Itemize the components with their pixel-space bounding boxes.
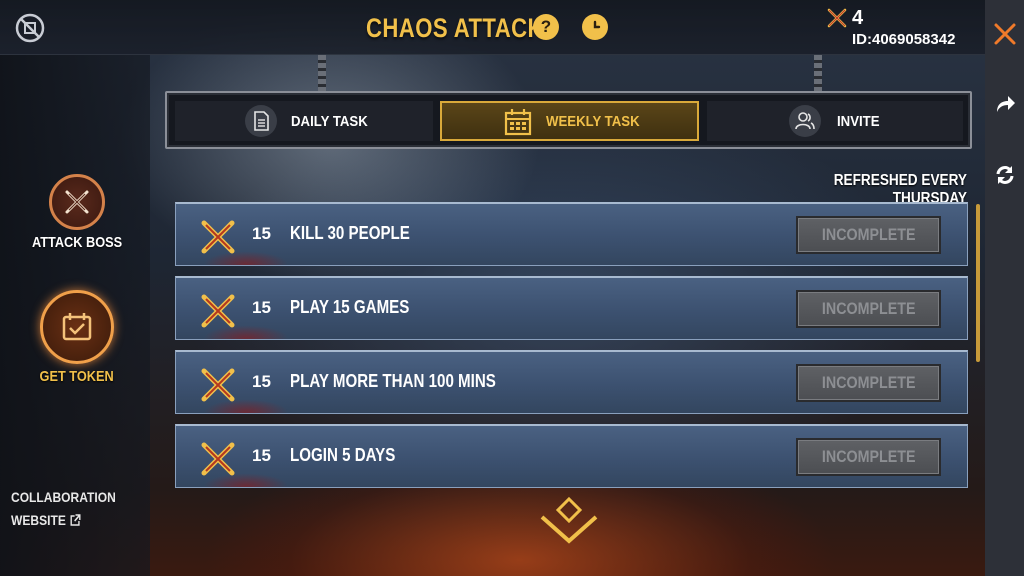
top-bar: CHAOS ATTACK ? 4 ID:4069058342	[0, 0, 985, 55]
chevron-down-icon	[540, 496, 598, 544]
side-icon-frame	[49, 174, 105, 230]
hide-ui-icon[interactable]	[14, 12, 46, 44]
sidebar-item-label: ATTACK BOSS	[31, 234, 123, 251]
player-id: ID:4069058342	[852, 31, 956, 48]
page-title: CHAOS ATTACK	[366, 13, 544, 43]
help-button[interactable]: ?	[533, 14, 559, 40]
crossed-swords-icon	[827, 8, 847, 28]
tab-label: INVITE	[837, 112, 880, 130]
tab-weekly-task[interactable]: WEEKLY TASK	[440, 101, 699, 141]
close-icon	[994, 23, 1015, 45]
users-icon	[789, 105, 821, 137]
sidebar-item-label: GET TOKEN	[39, 368, 115, 385]
task-row: 15 PLAY MORE THAN 100 MINS INCOMPLETE	[175, 350, 968, 414]
scroll-down-button[interactable]	[538, 495, 600, 547]
task-status-label: INCOMPLETE	[821, 299, 916, 318]
task-reward: 15	[252, 372, 271, 391]
document-icon	[245, 105, 277, 137]
crossed-swords-icon	[201, 442, 235, 476]
history-button[interactable]	[582, 14, 608, 40]
crossed-swords-icon	[201, 220, 235, 254]
calendar-check-icon	[62, 313, 92, 341]
calendar-icon	[504, 108, 532, 140]
task-status-button[interactable]: INCOMPLETE	[796, 216, 941, 254]
task-row: 15 LOGIN 5 DAYS INCOMPLETE	[175, 424, 968, 488]
tab-label: WEEKLY TASK	[546, 112, 640, 130]
task-reward: 15	[252, 298, 271, 317]
chain-decoration	[318, 55, 326, 91]
task-status-label: INCOMPLETE	[821, 225, 916, 244]
task-status-button[interactable]: INCOMPLETE	[796, 290, 941, 328]
task-name: PLAY 15 GAMES	[290, 297, 410, 317]
side-icon-frame	[40, 290, 114, 364]
refresh-icon	[996, 166, 1013, 184]
tab-daily-task[interactable]: DAILY TASK	[175, 101, 433, 141]
external-link-icon	[70, 514, 81, 526]
chain-decoration	[814, 55, 822, 91]
crossed-swords-icon	[201, 368, 235, 402]
tab-bar: DAILY TASK WEEKLY TASK INVITE	[165, 91, 972, 149]
task-status-label: INCOMPLETE	[821, 373, 916, 392]
collab-line-2: WEBSITE	[11, 512, 66, 528]
token-counter: 4	[826, 6, 863, 30]
tab-invite[interactable]: INVITE	[707, 101, 963, 141]
share-arrow-icon	[996, 96, 1015, 112]
right-toolbar	[985, 0, 1024, 576]
sidebar-item-attack-boss[interactable]: ATTACK BOSS	[31, 174, 123, 251]
task-row: 15 KILL 30 PEOPLE INCOMPLETE	[175, 202, 968, 266]
refresh-button[interactable]	[985, 155, 1024, 195]
task-reward: 15	[252, 446, 271, 465]
token-count: 4	[852, 6, 864, 29]
task-name: LOGIN 5 DAYS	[290, 445, 396, 465]
crossed-swords-icon	[201, 294, 235, 328]
task-status-button[interactable]: INCOMPLETE	[796, 438, 941, 476]
task-reward: 15	[252, 224, 271, 243]
list-scrollbar[interactable]	[976, 204, 980, 362]
task-row: 15 PLAY 15 GAMES INCOMPLETE	[175, 276, 968, 340]
task-name: PLAY MORE THAN 100 MINS	[290, 371, 496, 391]
share-button[interactable]	[985, 84, 1024, 124]
clock-icon	[593, 20, 601, 29]
task-name: KILL 30 PEOPLE	[290, 223, 410, 243]
collaboration-website-link[interactable]: COLLABORATION WEBSITE	[11, 486, 116, 532]
close-button[interactable]	[985, 14, 1024, 54]
task-status-label: INCOMPLETE	[821, 447, 916, 466]
tab-label: DAILY TASK	[291, 112, 368, 130]
sidebar-item-get-token[interactable]: GET TOKEN	[33, 290, 121, 385]
task-status-button[interactable]: INCOMPLETE	[796, 364, 941, 402]
help-icon: ?	[540, 17, 552, 36]
crossed-swords-icon	[65, 190, 89, 214]
collab-line-1: COLLABORATION	[11, 489, 116, 505]
